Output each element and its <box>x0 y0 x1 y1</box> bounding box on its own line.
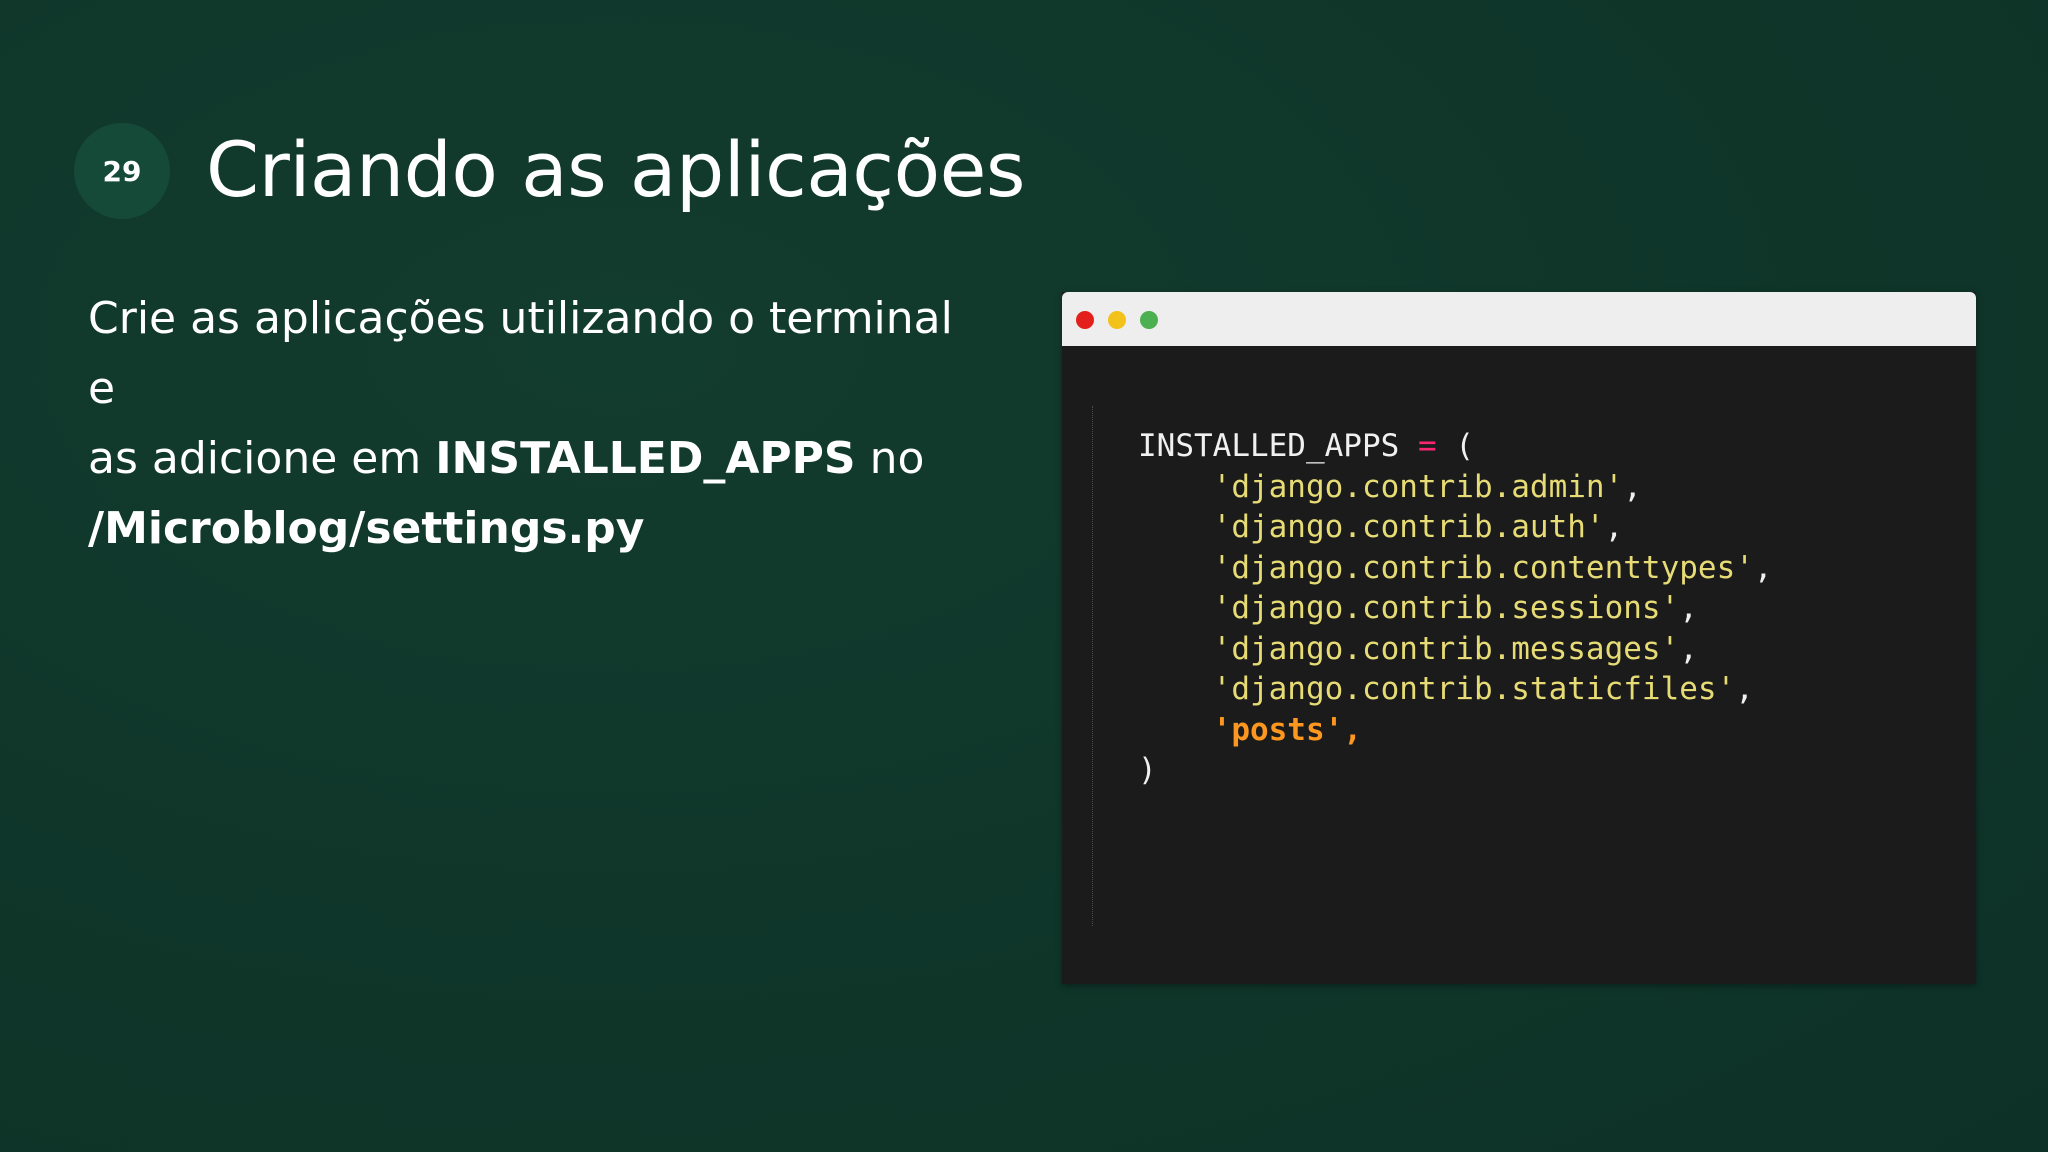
maximize-dot-icon <box>1140 311 1158 329</box>
slide-body-text: Crie as aplicações utilizando o terminal… <box>88 284 988 564</box>
slide-number-badge: 29 <box>74 123 170 219</box>
close-dot-icon <box>1076 311 1094 329</box>
code-open-paren: ( <box>1455 428 1474 464</box>
code-app-contenttypes: 'django.contrib.contenttypes' <box>1212 549 1754 586</box>
body-line-2-prefix: as adicione em <box>88 433 436 484</box>
slide-title: Criando as aplicações <box>206 125 1025 214</box>
code-comma: , <box>1623 468 1642 505</box>
code-comma: , <box>1753 549 1773 586</box>
slide: 29 Criando as aplicações Crie as aplicaç… <box>0 0 2048 1152</box>
code-app-sessions: 'django.contrib.sessions' <box>1212 590 1680 626</box>
minimize-dot-icon <box>1108 311 1126 329</box>
code-block: INSTALLED_APPS = ( 'django.contrib.admin… <box>1138 426 1773 791</box>
settings-path-emphasis: /Microblog/settings.py <box>88 503 645 554</box>
code-app-posts: 'posts' <box>1212 711 1344 748</box>
body-line-1: Crie as aplicações utilizando o terminal… <box>88 293 953 414</box>
code-close-paren: ) <box>1138 752 1157 788</box>
code-app-staticfiles: 'django.contrib.staticfiles' <box>1212 671 1736 707</box>
code-app-auth: 'django.contrib.auth' <box>1212 509 1605 545</box>
code-gutter-line <box>1092 406 1093 926</box>
code-var-name: INSTALLED_APPS <box>1138 428 1400 464</box>
code-comma: , <box>1679 630 1698 667</box>
code-comma: , <box>1604 509 1624 545</box>
code-app-messages: 'django.contrib.messages' <box>1212 630 1680 667</box>
code-comma-highlight: , <box>1343 711 1362 748</box>
code-comma: , <box>1679 590 1698 626</box>
code-window-titlebar <box>1062 292 1976 346</box>
code-comma: , <box>1735 671 1754 707</box>
body-line-2: as adicione em INSTALLED_APPS no <box>88 424 988 494</box>
code-operator: = <box>1417 428 1437 464</box>
body-line-2-suffix: no <box>855 433 925 484</box>
installed-apps-emphasis: INSTALLED_APPS <box>435 433 856 484</box>
code-window: INSTALLED_APPS = ( 'django.contrib.admin… <box>1062 292 1976 984</box>
code-app-admin: 'django.contrib.admin' <box>1212 468 1624 505</box>
